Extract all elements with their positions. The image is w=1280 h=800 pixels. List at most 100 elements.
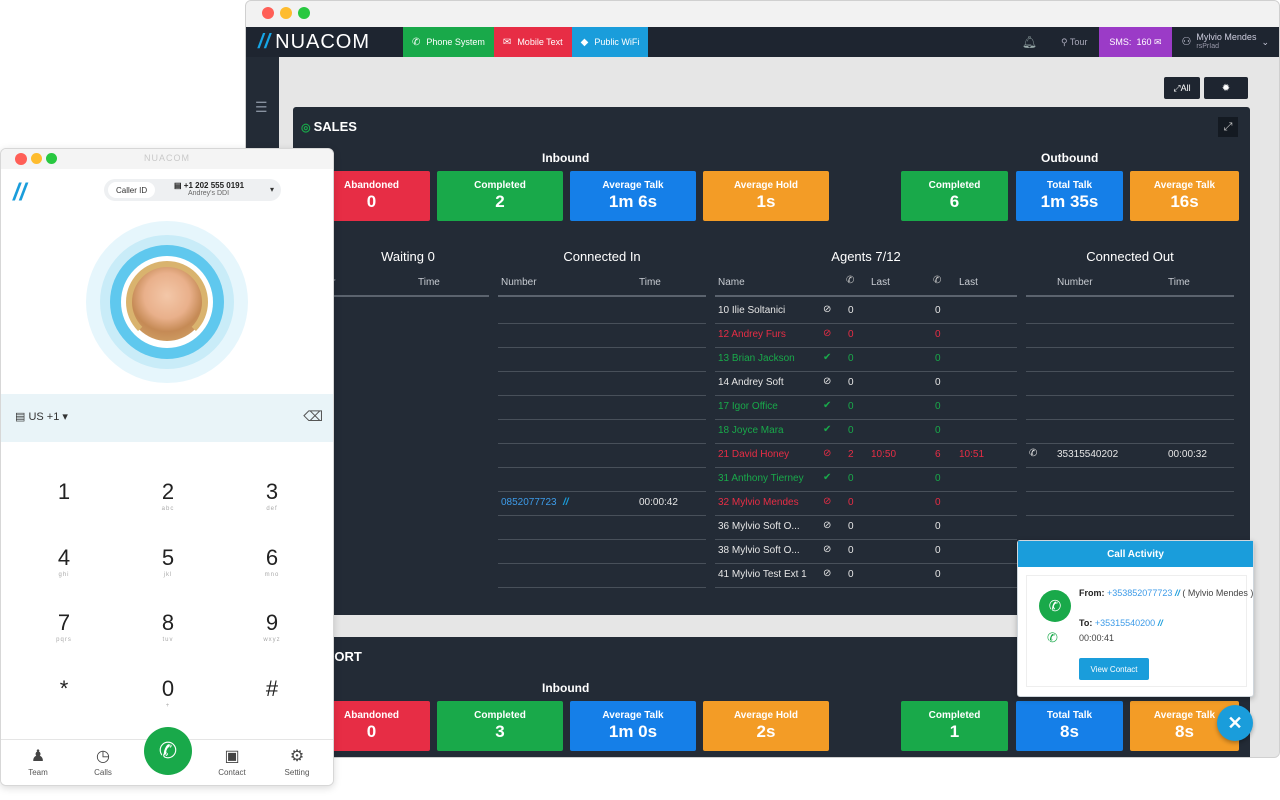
table-row bbox=[715, 587, 1017, 588]
nuacom-mark-icon: // bbox=[1174, 588, 1180, 598]
settings-button[interactable]: ✹ bbox=[1204, 77, 1248, 99]
dial-key[interactable]: 0 + bbox=[138, 676, 198, 709]
view-contact-button[interactable]: View Contact bbox=[1079, 658, 1149, 680]
nav-team[interactable]: ♟ Team bbox=[13, 746, 63, 777]
connected-in-title: Connected In bbox=[563, 249, 641, 264]
window-titlebar bbox=[246, 1, 1279, 27]
from-number[interactable]: +353852077723 bbox=[1107, 588, 1172, 598]
support-inbound-label: Inbound bbox=[542, 681, 590, 695]
call-button[interactable]: ✆ bbox=[144, 727, 192, 775]
dial-key[interactable]: 9 wxyz bbox=[242, 610, 302, 643]
agent-name[interactable]: 14 Andrey Soft bbox=[718, 377, 784, 388]
agent-name[interactable]: 36 Mylvio Soft O... bbox=[718, 521, 800, 532]
menu-icon[interactable]: ☰ bbox=[255, 99, 268, 116]
divider bbox=[1026, 295, 1234, 297]
agent-name[interactable]: 32 Mylvio Mendes bbox=[718, 497, 799, 508]
nav-contact[interactable]: ▣ Contact bbox=[207, 746, 257, 777]
agent-outbound-count: 0 bbox=[935, 401, 941, 412]
tab-public-wifi[interactable]: ◆ Public WiFi bbox=[571, 27, 649, 57]
chevron-down-icon: ⌄ bbox=[1261, 36, 1269, 47]
number-entry-bar: ▤ US +1 ▾ ⌫ bbox=[1, 394, 333, 442]
expand-panel-button[interactable]: ⤢ bbox=[1218, 117, 1238, 137]
agent-name[interactable]: 12 Andrey Furs bbox=[718, 329, 786, 340]
stat-card: Average Talk 16s bbox=[1130, 171, 1239, 221]
message-icon: ✉ bbox=[502, 36, 512, 48]
user-menu[interactable]: ⚇ Mylvio Mendes rsPrIad ⌄ bbox=[1182, 33, 1269, 51]
agent-name[interactable]: 10 Ilie Soltanici bbox=[718, 305, 785, 316]
key-digit: 3 bbox=[265, 479, 279, 504]
backspace-icon[interactable]: ⌫ bbox=[303, 408, 323, 425]
nav-label: Contact bbox=[218, 768, 246, 777]
outbound-label: Outbound bbox=[1041, 151, 1099, 165]
agent-inbound-count: 2 bbox=[848, 449, 854, 460]
key-letters: + bbox=[165, 703, 171, 709]
dial-key[interactable]: 7 pqrs bbox=[34, 610, 94, 643]
dial-key[interactable]: 2 abc bbox=[138, 479, 198, 512]
dial-key[interactable]: # bbox=[242, 676, 302, 703]
nav-calls[interactable]: ◷ Calls bbox=[78, 746, 128, 777]
sms-badge[interactable]: SMS: 160 ✉ bbox=[1099, 27, 1172, 57]
table-row bbox=[498, 395, 706, 396]
agent-name[interactable]: 31 Anthony Tierney bbox=[718, 473, 804, 484]
caller-id-selector[interactable]: Caller ID ▤ +1 202 555 0191 Andrey's DDI… bbox=[104, 179, 281, 201]
divider bbox=[715, 295, 1017, 297]
table-row bbox=[715, 347, 1017, 348]
dial-key[interactable]: 6 mno bbox=[242, 545, 302, 578]
table-row bbox=[1026, 371, 1234, 372]
agent-outbound-count: 0 bbox=[935, 377, 941, 388]
table-row bbox=[715, 539, 1017, 540]
tour-link[interactable]: ⚲ Tour bbox=[1061, 37, 1087, 48]
dial-key[interactable]: * bbox=[34, 676, 94, 703]
top-navbar: //NUACOM ✆ Phone System ✉ Mobile Text ◆ Pub… bbox=[246, 27, 1279, 63]
connected-in-number[interactable]: 0852077723 bbox=[501, 497, 557, 508]
country-selector[interactable]: ▤ US +1 ▾ bbox=[15, 410, 68, 423]
to-number[interactable]: +35315540200 bbox=[1095, 618, 1155, 628]
key-digit: 5 bbox=[161, 545, 175, 570]
agent-inbound-count: 0 bbox=[848, 425, 854, 436]
from-line: From: +353852077723 // ( Mylvio Mendes ) bbox=[1079, 588, 1253, 598]
expand-all-button[interactable]: ⤢ All bbox=[1164, 77, 1200, 99]
available-icon: ✔ bbox=[823, 472, 832, 483]
connected-out-number[interactable]: 35315540202 bbox=[1057, 449, 1118, 460]
dial-key[interactable]: 4 ghi bbox=[34, 545, 94, 578]
close-window-button[interactable] bbox=[262, 7, 274, 19]
maximize-window-button[interactable] bbox=[298, 7, 310, 19]
dial-key[interactable]: 3 def bbox=[242, 479, 302, 512]
agent-outbound-count: 0 bbox=[935, 521, 941, 532]
gear-icon: ⚙ bbox=[289, 748, 305, 765]
user-icon: ⚇ bbox=[1181, 35, 1192, 48]
all-label: All bbox=[1180, 83, 1191, 93]
stat-label: Completed bbox=[928, 180, 981, 191]
nav-setting[interactable]: ⚙ Setting bbox=[272, 746, 322, 777]
close-icon[interactable]: ✕ bbox=[1217, 705, 1253, 741]
bell-icon[interactable]: 🔔︎ bbox=[1022, 35, 1037, 49]
table-row bbox=[1026, 419, 1234, 420]
tab-mobile-text[interactable]: ✉ Mobile Text bbox=[493, 27, 572, 57]
key-letters: jkl bbox=[163, 572, 173, 578]
stat-value: 2s bbox=[756, 722, 776, 741]
available-icon: ✔ bbox=[823, 352, 832, 363]
dial-key[interactable]: 5 jkl bbox=[138, 545, 198, 578]
caret-down-icon: ▾ bbox=[269, 185, 274, 194]
key-digit: 2 bbox=[161, 479, 175, 504]
tab-label: Phone System bbox=[426, 37, 485, 47]
agent-name[interactable]: 41 Mylvio Test Ext 1 bbox=[718, 569, 807, 580]
stat-card: Average Hold 1s bbox=[703, 171, 829, 221]
key-digit: 4 bbox=[57, 545, 71, 570]
table-row bbox=[715, 467, 1017, 468]
dial-key[interactable]: 1 bbox=[34, 479, 94, 506]
agent-name[interactable]: 13 Brian Jackson bbox=[718, 353, 795, 364]
agent-name[interactable]: 38 Mylvio Soft O... bbox=[718, 545, 800, 556]
dial-key[interactable]: 8 tuv bbox=[138, 610, 198, 643]
minimize-window-button[interactable] bbox=[280, 7, 292, 19]
agent-name[interactable]: 17 Igor Office bbox=[718, 401, 778, 412]
tab-phone-system[interactable]: ✆ Phone System bbox=[403, 27, 494, 63]
agents-title: Agents 7/12 bbox=[831, 249, 901, 264]
agent-outbound-count: 0 bbox=[935, 353, 941, 364]
phone-titlebar: NUACOM bbox=[1, 149, 333, 169]
agent-name[interactable]: 21 David Honey bbox=[718, 449, 789, 460]
table-row bbox=[1026, 491, 1234, 492]
stat-label: Average Hold bbox=[733, 180, 799, 191]
nuacom-logo[interactable]: //NUACOM bbox=[246, 27, 403, 57]
agent-name[interactable]: 18 Joyce Mara bbox=[718, 425, 784, 436]
